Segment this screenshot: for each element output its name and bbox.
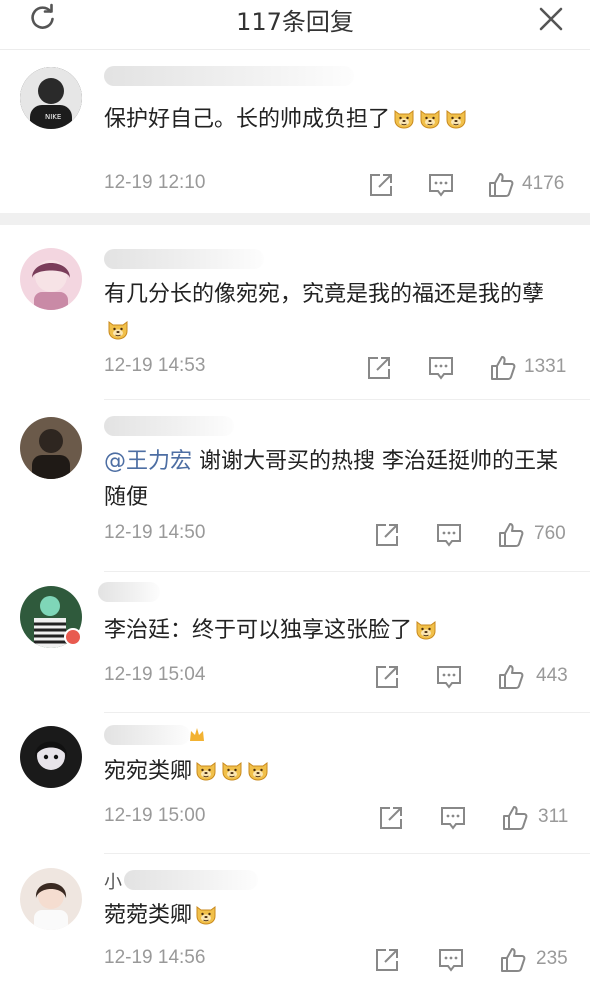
comment-time: 12-19 14:56: [104, 947, 206, 968]
comment-item: 李治廷：终于可以独享这张脸了 12-19 15:04 443: [0, 572, 590, 713]
comment-item: 宛宛类卿 12-19 15:00 311: [0, 713, 590, 854]
comment-item: 小 菀菀类卿 12-19 14:56 235: [0, 854, 590, 1000]
username-redacted: [104, 66, 354, 86]
close-icon[interactable]: [536, 4, 566, 34]
svg-text:NIKE: NIKE: [45, 113, 61, 121]
username-redacted: [104, 249, 264, 269]
doge-emoji-icon: [394, 110, 414, 129]
comment-time: 12-19 12:10: [104, 172, 206, 193]
like-icon[interactable]: [488, 172, 514, 198]
like-icon[interactable]: [498, 522, 524, 548]
doge-emoji-icon: [222, 762, 242, 781]
doge-emoji-icon: [196, 762, 216, 781]
comment-time: 12-19 14:50: [104, 522, 206, 543]
share-icon[interactable]: [368, 172, 394, 198]
comment-text: 有几分长的像宛宛，究竟是我的福还是我的孽: [104, 277, 560, 349]
username-redacted: [98, 582, 160, 602]
comment-item: @王力宏 谢谢大哥买的热搜 李治廷挺帅的王某随便 12-19 14:50 760: [0, 400, 590, 572]
doge-emoji-icon: [248, 762, 268, 781]
like-count: 443: [536, 665, 568, 686]
comment-icon[interactable]: [440, 805, 466, 831]
avatar[interactable]: [20, 417, 82, 479]
username-redacted: [124, 870, 258, 890]
like-count: 4176: [522, 173, 565, 194]
doge-emoji-icon: [416, 621, 436, 640]
comment-icon[interactable]: [428, 172, 454, 198]
comment-text: @王力宏 谢谢大哥买的热搜 李治廷挺帅的王某随便: [104, 449, 559, 510]
username-redacted: [104, 725, 190, 745]
comment-meta: 12-19 14:56 235: [104, 947, 574, 977]
comment-meta: 12-19 12:10 4176: [104, 172, 574, 202]
comment-item: NIKE 保护好自己。长的帅成负担了 12-19 12:10 4176: [0, 50, 590, 213]
comment-meta: 12-19 14:53 1331: [104, 355, 574, 385]
like-icon[interactable]: [500, 947, 526, 973]
like-count: 760: [534, 523, 566, 544]
section-divider: [0, 213, 590, 225]
comment-time: 12-19 14:53: [104, 355, 206, 376]
like-icon[interactable]: [490, 355, 516, 381]
share-icon[interactable]: [374, 664, 400, 690]
like-count: 235: [536, 948, 568, 969]
comment-time: 12-19 15:00: [104, 805, 206, 826]
comment-icon[interactable]: [428, 355, 454, 381]
comment-time: 12-19 15:04: [104, 664, 206, 685]
avatar[interactable]: [20, 868, 82, 930]
comment-text: 李治廷：终于可以独享这张脸了: [104, 613, 560, 649]
comment-text: 宛宛类卿: [104, 754, 560, 790]
crown-badge-icon: [190, 728, 204, 741]
comment-item: 有几分长的像宛宛，究竟是我的福还是我的孽 12-19 14:53 1331: [0, 225, 590, 400]
comment-meta: 12-19 14:50 760: [104, 522, 574, 552]
mention-link[interactable]: @王力宏: [104, 449, 192, 474]
doge-emoji-icon: [420, 110, 440, 129]
share-icon[interactable]: [366, 355, 392, 381]
avatar[interactable]: NIKE: [20, 67, 82, 129]
like-icon[interactable]: [502, 805, 528, 831]
page-title: 117条回复: [236, 8, 354, 36]
share-icon[interactable]: [378, 805, 404, 831]
avatar[interactable]: [20, 248, 82, 310]
share-icon[interactable]: [374, 522, 400, 548]
comment-icon[interactable]: [438, 947, 464, 973]
doge-emoji-icon: [446, 110, 466, 129]
like-count: 1331: [524, 356, 567, 377]
doge-emoji-icon: [196, 906, 216, 925]
comment-text: 菀菀类卿: [104, 898, 560, 934]
comment-icon[interactable]: [436, 664, 462, 690]
like-count: 311: [538, 806, 569, 827]
header-bar: 117条回复: [0, 0, 590, 50]
like-icon[interactable]: [498, 664, 524, 690]
comment-text: 保护好自己。长的帅成负担了: [104, 102, 560, 138]
comment-meta: 12-19 15:00 311: [104, 805, 574, 835]
doge-emoji-icon: [108, 321, 128, 340]
comment-meta: 12-19 15:04 443: [104, 664, 574, 694]
avatar[interactable]: [20, 726, 82, 788]
share-icon[interactable]: [374, 947, 400, 973]
comment-icon[interactable]: [436, 522, 462, 548]
username[interactable]: 小: [104, 868, 122, 894]
username-redacted: [104, 416, 234, 436]
verified-badge: [64, 628, 82, 646]
